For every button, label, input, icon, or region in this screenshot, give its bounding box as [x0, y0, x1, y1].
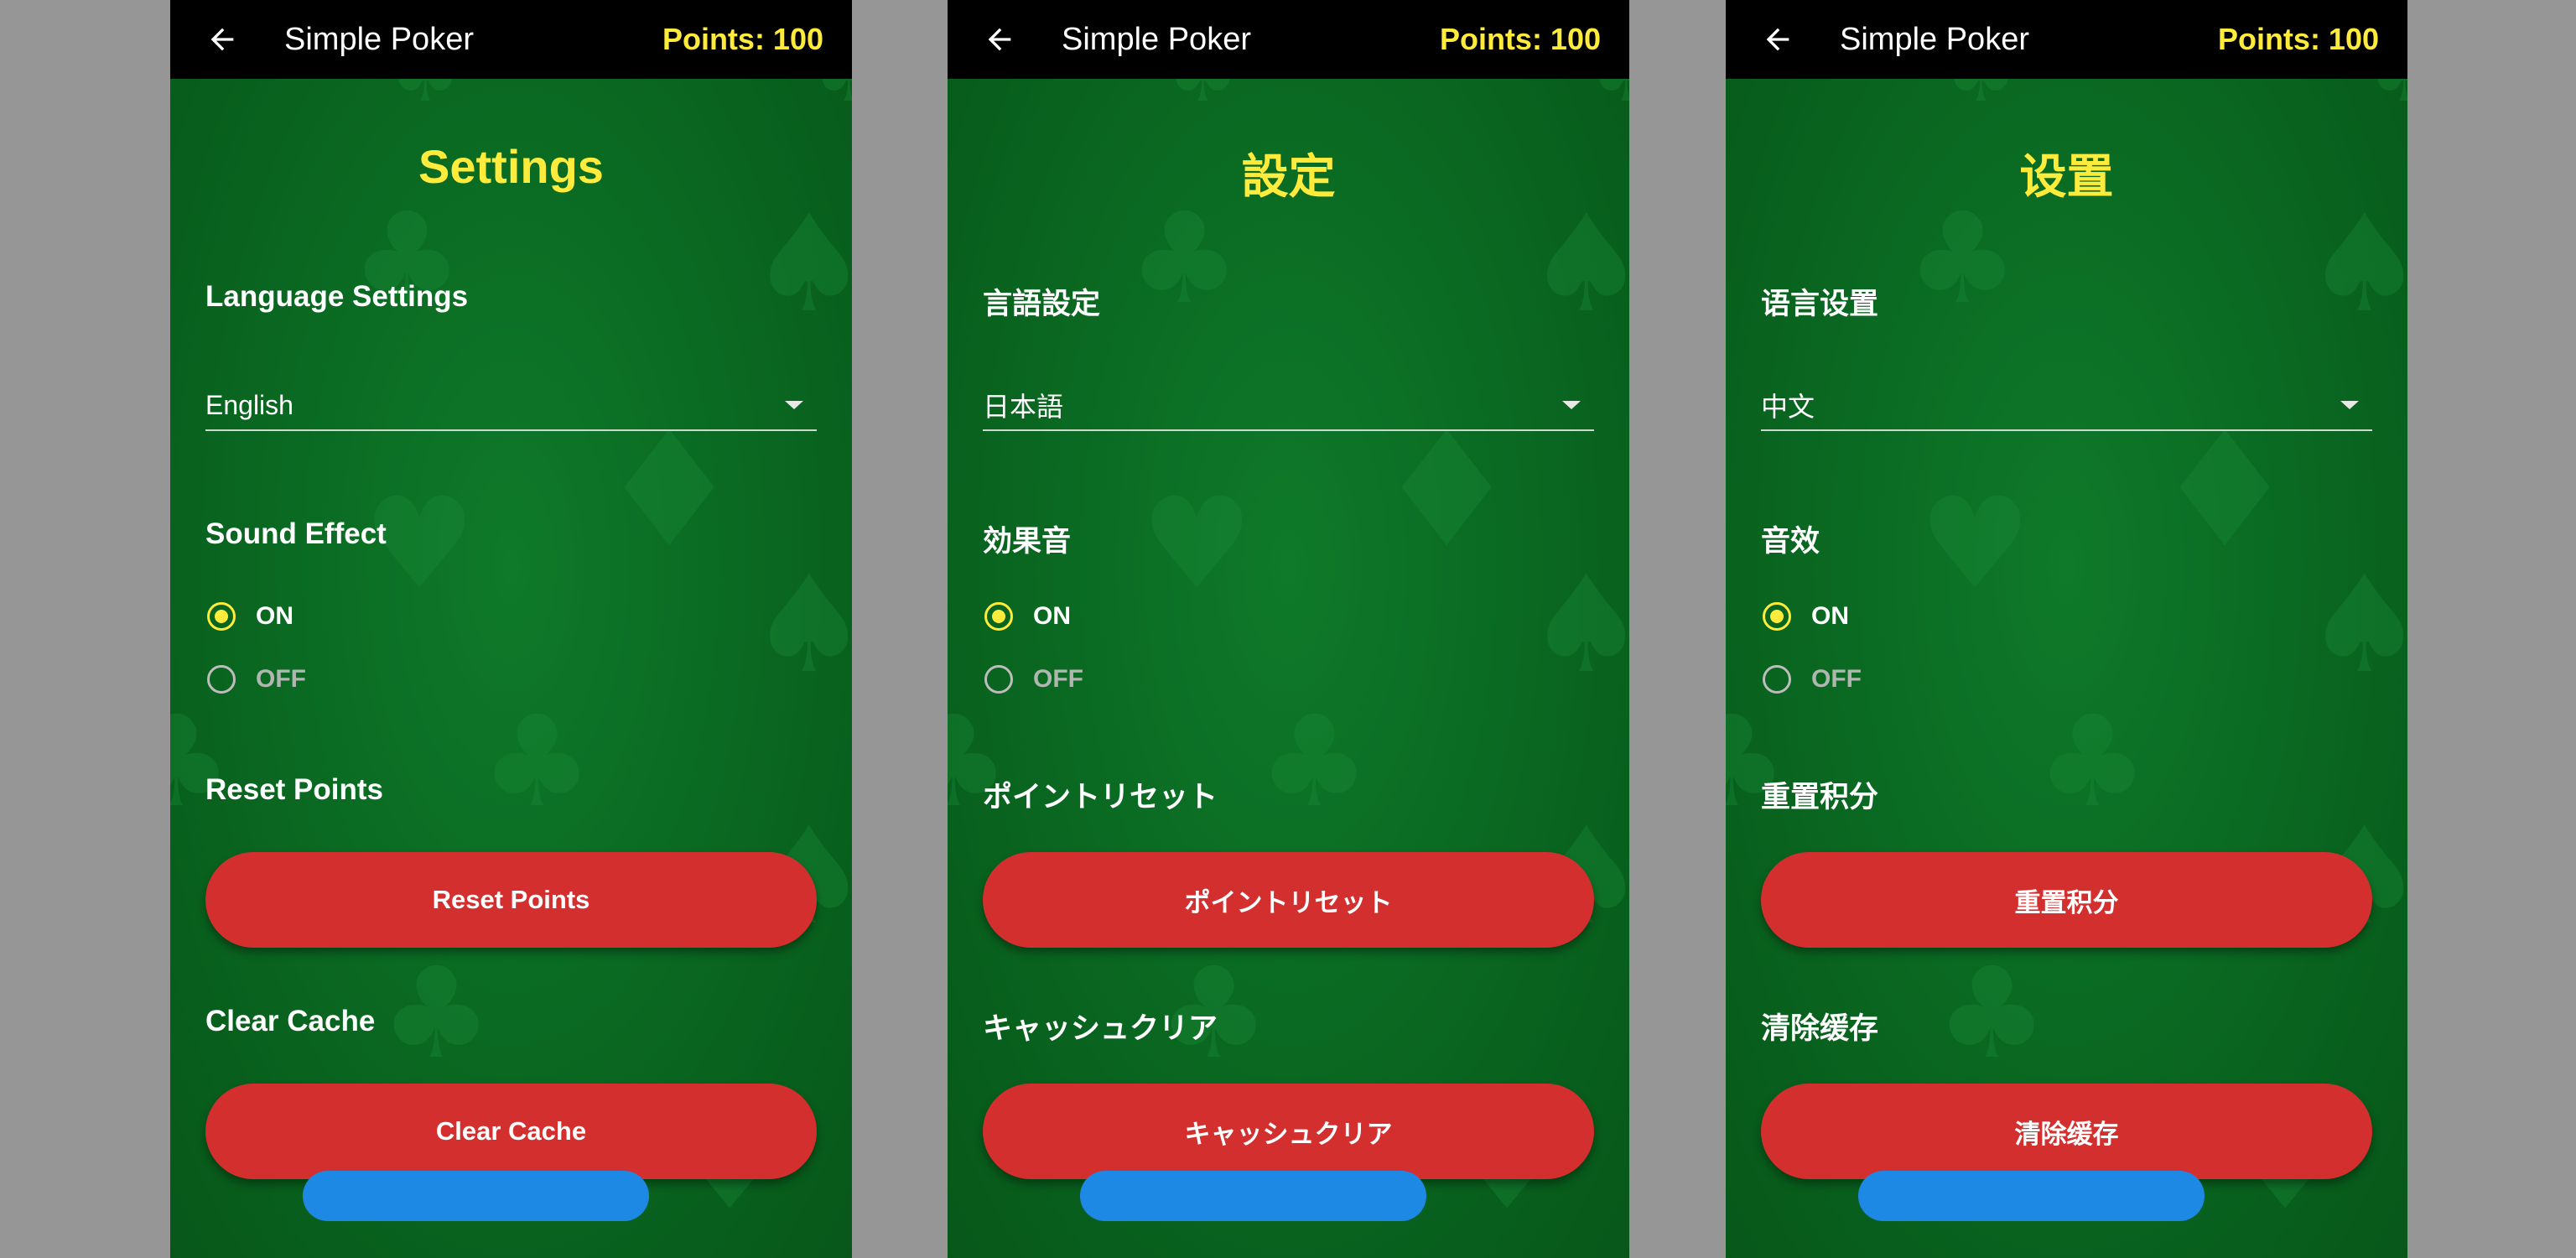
sound-on-label: ON	[1811, 602, 1849, 630]
radio-off[interactable]	[984, 665, 1013, 694]
clear-cache-label: キャッシュクリア	[983, 1012, 1218, 1045]
arrow-left-icon	[1766, 28, 1789, 51]
clear-cache-button[interactable]: 清除缓存	[1761, 1084, 2372, 1179]
points-counter: Points: 100	[2217, 22, 2379, 56]
reset-points-button[interactable]: ポイントリセット	[983, 852, 1594, 948]
club-icon: ♣	[1935, 941, 2048, 1087]
spade-icon: ♠	[1526, 546, 1629, 703]
spade-icon: ♠	[749, 185, 852, 342]
heart-icon: ♥	[1919, 471, 2031, 617]
club-icon: ♣	[1128, 186, 1240, 332]
reset-points-label: Reset Points	[205, 773, 383, 806]
language-select-value: 中文	[1761, 392, 1815, 422]
club-icon: ♣	[480, 689, 593, 835]
bottom-action-button[interactable]	[1080, 1171, 1426, 1221]
language-select[interactable]: 日本語	[983, 381, 1594, 431]
sound-off-option[interactable]: OFF	[1761, 658, 1862, 700]
language-select[interactable]: English	[205, 381, 817, 431]
phone-screen: ♠ ♠ ♣ ♠ ♦ ♥ ♠ ♣ ♣ ♠ ♣ ♥ Simple Poker Poi…	[1726, 0, 2407, 1258]
bottom-action-button[interactable]	[303, 1171, 649, 1221]
points-counter: Points: 100	[1439, 22, 1601, 56]
spade-icon: ♠	[2304, 185, 2407, 342]
clear-cache-label: Clear Cache	[205, 1005, 376, 1037]
page-title: 設定	[1241, 150, 1336, 203]
page-title: 设置	[2019, 150, 2114, 203]
caret-down-icon	[2340, 401, 2359, 409]
language-select-value: English	[205, 389, 293, 420]
app-title: Simple Poker	[284, 21, 474, 57]
app-bar: Simple Poker Points: 100	[1726, 0, 2407, 79]
page-title: Settings	[418, 140, 604, 193]
spade-icon: ♠	[749, 546, 852, 703]
clear-cache-label: 清除缓存	[1761, 1012, 1879, 1045]
reset-points-label: ポイントリセット	[983, 781, 1218, 814]
clear-cache-button[interactable]: キャッシュクリア	[983, 1084, 1594, 1179]
language-settings-label: 言語設定	[983, 288, 1101, 320]
app-bar: Simple Poker Points: 100	[170, 0, 852, 79]
sound-off-label: OFF	[1811, 665, 1862, 693]
bottom-action-button[interactable]	[1858, 1171, 2205, 1221]
sound-effect-label: 効果音	[983, 525, 1072, 558]
language-settings-label: 语言设置	[1761, 288, 1879, 320]
sound-off-option[interactable]: OFF	[205, 658, 306, 700]
reset-points-button[interactable]: 重置积分	[1761, 852, 2372, 948]
reset-points-button[interactable]: Reset Points	[205, 852, 817, 948]
club-icon: ♣	[1906, 186, 2018, 332]
radio-on-selected[interactable]	[207, 602, 236, 631]
phone-screen: ♠ ♠ ♣ ♠ ♦ ♥ ♠ ♣ ♣ ♠ ♣ ♥ Simple Poker Poi…	[170, 0, 852, 1258]
arrow-left-icon	[988, 28, 1011, 51]
sound-on-option[interactable]: ON	[983, 595, 1071, 637]
app-title: Simple Poker	[1062, 21, 1251, 57]
radio-off[interactable]	[1763, 665, 1791, 694]
arrow-left-icon	[210, 28, 234, 51]
sound-off-option[interactable]: OFF	[983, 658, 1083, 700]
heart-icon: ♥	[1140, 471, 1253, 617]
spade-icon: ♠	[2304, 546, 2407, 703]
points-counter: Points: 100	[662, 22, 823, 56]
sound-on-label: ON	[256, 602, 293, 630]
radio-off[interactable]	[207, 665, 236, 694]
sound-on-label: ON	[1033, 602, 1071, 630]
app-title: Simple Poker	[1840, 21, 2029, 57]
clear-cache-button[interactable]: Clear Cache	[205, 1084, 817, 1179]
club-icon: ♣	[170, 689, 232, 835]
sound-on-option[interactable]: ON	[1761, 595, 1849, 637]
club-icon: ♣	[1258, 689, 1370, 835]
caret-down-icon	[1562, 401, 1581, 409]
caret-down-icon	[785, 401, 803, 409]
sound-off-label: OFF	[1033, 665, 1083, 693]
club-icon: ♣	[2036, 689, 2148, 835]
sound-effect-label: Sound Effect	[205, 517, 387, 550]
sound-effect-label: 音效	[1761, 525, 1820, 558]
app-bar: Simple Poker Points: 100	[948, 0, 1629, 79]
language-settings-label: Language Settings	[205, 280, 469, 313]
back-button[interactable]	[1753, 14, 1803, 65]
phone-screen: ♠ ♠ ♣ ♠ ♦ ♥ ♠ ♣ ♣ ♠ ♣ ♥ Simple Poker Poi…	[948, 0, 1629, 1258]
back-button[interactable]	[197, 14, 247, 65]
language-select[interactable]: 中文	[1761, 381, 2372, 431]
reset-points-label: 重置积分	[1761, 781, 1879, 814]
radio-on-selected[interactable]	[1763, 602, 1791, 631]
sound-off-label: OFF	[256, 665, 306, 693]
radio-on-selected[interactable]	[984, 602, 1013, 631]
spade-icon: ♠	[1526, 185, 1629, 342]
sound-on-option[interactable]: ON	[205, 595, 293, 637]
back-button[interactable]	[974, 14, 1025, 65]
club-icon: ♣	[380, 941, 492, 1087]
language-select-value: 日本語	[983, 392, 1064, 422]
